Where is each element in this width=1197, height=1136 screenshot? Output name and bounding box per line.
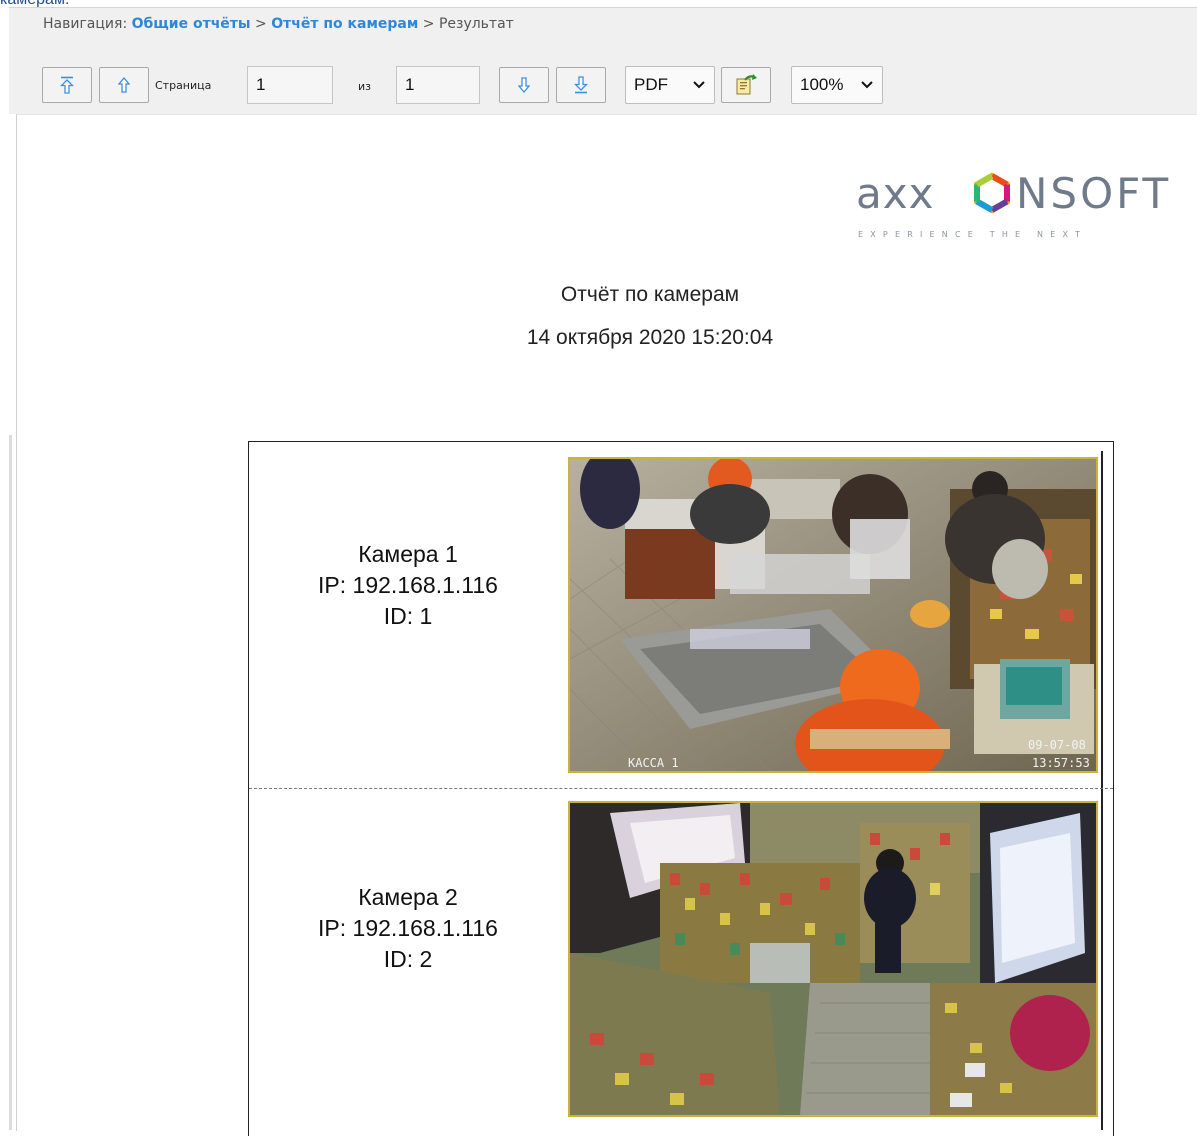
zoom-value: 100% (800, 75, 844, 94)
report-datetime: 14 октября 2020 15:20:04 (526, 326, 774, 349)
overlay-date: 09-07-08 (1028, 738, 1086, 752)
camera-1-snapshot: KACCA 1 09-07-08 13:57:53 (568, 457, 1098, 773)
breadcrumb-current: Результат (438, 16, 514, 32)
arrow-up-icon (118, 77, 130, 93)
camera-id: ID: 2 (383, 946, 433, 972)
camera-id: ID: 1 (383, 603, 433, 629)
arrow-first-page-icon (60, 76, 74, 94)
overlay-camera-label: KACCA 1 (628, 756, 679, 770)
table-inner-border (1101, 451, 1103, 1130)
logo-text-left: axx (856, 169, 934, 218)
scroll-track[interactable] (9, 435, 12, 1130)
export-button[interactable] (721, 67, 771, 103)
breadcrumb-separator: > (255, 16, 267, 32)
total-pages-field: 1 (396, 66, 480, 104)
page-number-input[interactable]: 1 (247, 66, 333, 104)
export-format-select[interactable]: PDF (625, 66, 715, 104)
first-page-button[interactable] (42, 67, 92, 103)
row-separator (249, 788, 1113, 789)
breadcrumb: Навигация: Общие отчёты > Отчёт по камер… (9, 7, 1197, 43)
breadcrumb-link-general-reports[interactable]: Общие отчёты (132, 16, 251, 32)
camera-ip: IP: 192.168.1.116 (318, 915, 498, 941)
camera-ip: IP: 192.168.1.116 (318, 572, 498, 598)
export-icon (736, 74, 757, 95)
camera-2-snapshot (568, 801, 1098, 1117)
logo-tagline: EXPERIENCE THE NEXT (858, 230, 1088, 239)
previous-page-button[interactable] (99, 67, 149, 103)
last-page-button[interactable] (556, 67, 606, 103)
next-page-button[interactable] (499, 67, 549, 103)
of-label: из (358, 80, 371, 93)
breadcrumb-separator: > (422, 16, 435, 32)
camera-name: Камера 1 (358, 541, 458, 567)
camera-2-info: Камера 2 IP: 192.168.1.116 ID: 2 (248, 882, 568, 975)
zoom-select[interactable]: 100% (791, 66, 883, 104)
camera-name: Камера 2 (358, 884, 458, 910)
export-format-value: PDF (634, 75, 668, 94)
chevron-down-icon (861, 81, 873, 89)
arrow-down-icon (518, 77, 530, 93)
arrow-last-page-icon (574, 76, 588, 94)
logo-hexagon (974, 172, 1010, 214)
brand-logo: axx NSOFT (856, 168, 1181, 227)
chevron-down-icon (693, 81, 705, 89)
breadcrumb-link-camera-report[interactable]: Отчёт по камерам (271, 16, 418, 32)
axxonsoft-logo: axx NSOFT (856, 169, 1171, 218)
breadcrumb-prefix: Навигация: (43, 16, 128, 32)
report-title: Отчёт по камерам (560, 283, 740, 306)
overlay-time: 13:57:53 (1032, 756, 1090, 770)
page-label: Страница (155, 79, 212, 92)
report-toolbar: Страница 1 из 1 PDF 100% (9, 42, 1197, 114)
logo-text-right: NSOFT (1016, 169, 1171, 218)
camera-1-info: Камера 1 IP: 192.168.1.116 ID: 1 (248, 539, 568, 632)
